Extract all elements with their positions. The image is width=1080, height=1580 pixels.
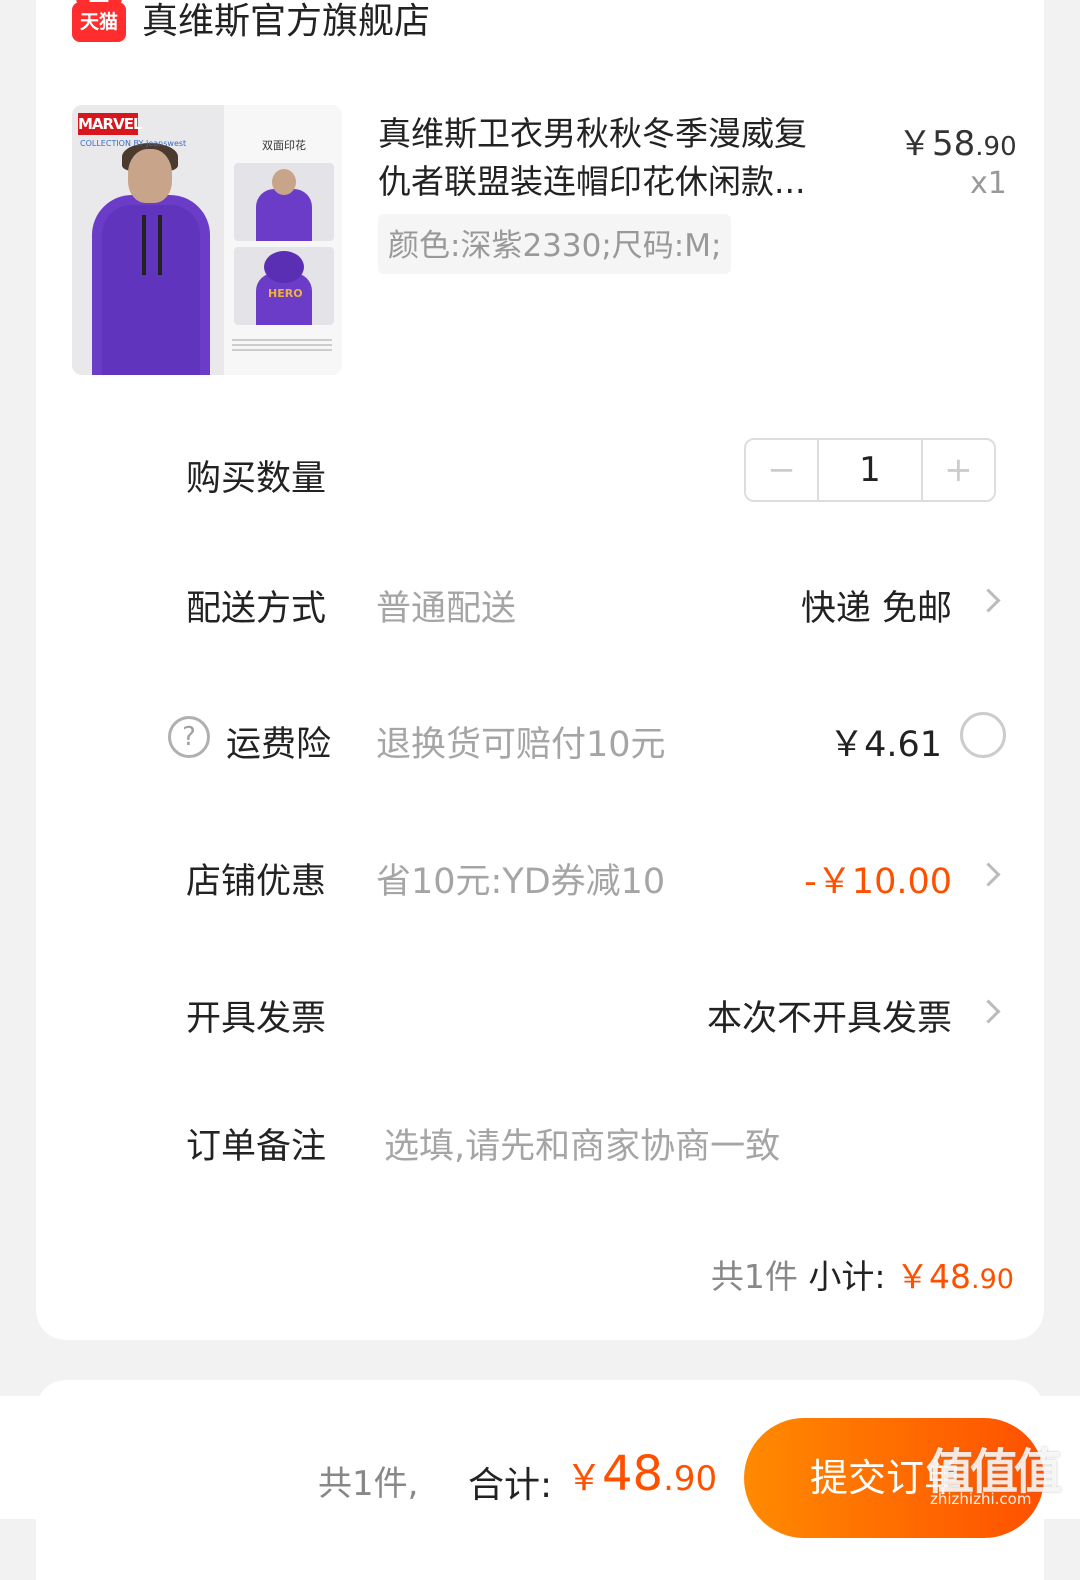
order-note-label: 订单备注 — [186, 1127, 327, 1167]
product-title-line1: 真维斯卫衣男秋秋冬季漫威复 — [378, 114, 807, 153]
product-price: ￥58.90 — [898, 124, 1017, 164]
insurance-price: ￥4.61 — [829, 725, 942, 765]
image-panel-title: 双面印花 — [262, 139, 306, 152]
quantity-value[interactable]: 1 — [817, 440, 923, 500]
increment-button[interactable]: + — [923, 440, 994, 500]
store-discount-value[interactable]: -￥10.00 — [804, 853, 952, 904]
store-discount-label: 店铺优惠 — [186, 862, 327, 902]
jeanswest-logo: COLLECTION BY Jeanswest — [80, 139, 187, 148]
decrement-button[interactable]: − — [746, 440, 817, 500]
product-quantity: x1 — [970, 166, 1007, 201]
invoice-value[interactable]: 本次不开具发票 — [707, 990, 952, 1041]
hero-print: HERO — [268, 287, 303, 300]
store-name[interactable]: 真维斯官方旗舰店 — [142, 0, 430, 44]
delivery-value[interactable]: 快递 免邮 — [801, 580, 952, 631]
total-label: 合计: — [468, 1465, 553, 1506]
store-discount-sub: 省10元:YD券减10 — [376, 862, 666, 902]
product-title-line2: 仇者联盟装连帽印花休闲款... — [378, 162, 806, 201]
marvel-logo: MARVEL — [78, 113, 143, 135]
quantity-label: 购买数量 — [186, 459, 327, 499]
delivery-label: 配送方式 — [186, 589, 327, 629]
quantity-stepper[interactable]: − 1 + — [744, 438, 996, 502]
tmall-logo-icon: 天猫 — [72, 2, 126, 42]
subtotal: 共1件 小计: ￥48.90 — [710, 1257, 1014, 1296]
insurance-label: 运费险 — [226, 725, 332, 765]
order-note-input[interactable]: 选填,请先和商家协商一致 — [384, 1118, 780, 1169]
watermark-url: zhizhizhi.com — [930, 1490, 1032, 1508]
delivery-sub: 普通配送 — [376, 589, 517, 629]
total-amount: ￥48.90 — [566, 1446, 718, 1502]
insurance-sub: 退换货可赔付10元 — [376, 725, 666, 765]
total-count: 共1件, — [318, 1464, 419, 1504]
product-sku[interactable]: 颜色:深紫2330;尺码:M; — [378, 214, 732, 274]
product-image[interactable]: MARVEL COLLECTION BY Jeanswest 双面印花 HERO — [72, 105, 342, 375]
help-circle-icon[interactable]: ? — [168, 716, 210, 758]
radio-unchecked-icon[interactable] — [960, 712, 1006, 758]
invoice-label: 开具发票 — [186, 999, 327, 1039]
product-title[interactable]: 真维斯卫衣男秋秋冬季漫威复 仇者联盟装连帽印花休闲款... — [378, 110, 858, 206]
